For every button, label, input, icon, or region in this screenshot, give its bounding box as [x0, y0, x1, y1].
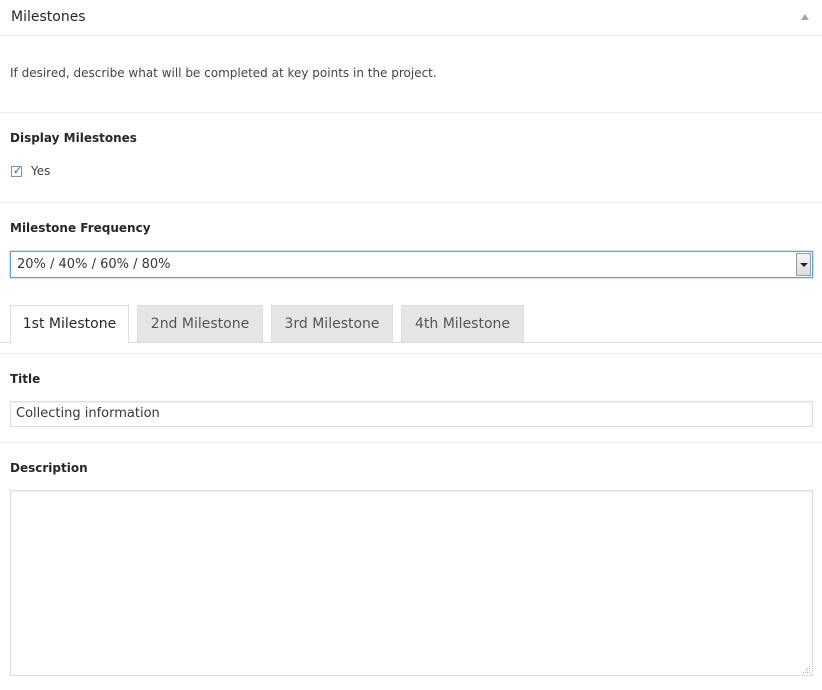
resize-handle-icon[interactable]: [801, 664, 811, 674]
panel-header[interactable]: Milestones: [0, 0, 822, 36]
milestone-frequency-value: 20% / 40% / 60% / 80%: [17, 257, 171, 272]
milestone-description-textarea[interactable]: [10, 490, 813, 676]
divider: [0, 442, 822, 443]
milestone-frequency-select[interactable]: 20% / 40% / 60% / 80%: [10, 251, 813, 278]
title-label: Title: [10, 372, 41, 386]
collapse-triangle-icon[interactable]: [801, 14, 809, 20]
intro-text: If desired, describe what will be comple…: [10, 66, 437, 80]
milestone-frequency-label: Milestone Frequency: [10, 221, 151, 235]
display-milestones-yes-label[interactable]: Yes: [31, 164, 50, 178]
tab-4th-milestone[interactable]: 4th Milestone: [401, 305, 524, 342]
display-milestones-checkbox[interactable]: ✓: [11, 164, 23, 177]
chevron-down-icon: [800, 263, 808, 267]
tab-1st-milestone[interactable]: 1st Milestone: [10, 305, 129, 343]
dropdown-button[interactable]: [796, 253, 811, 276]
milestone-title-value: Collecting information: [16, 406, 160, 421]
tab-3rd-milestone[interactable]: 3rd Milestone: [271, 305, 393, 342]
description-label: Description: [10, 461, 88, 475]
divider: [0, 202, 822, 203]
divider: [0, 353, 822, 354]
tab-2nd-milestone[interactable]: 2nd Milestone: [137, 305, 263, 342]
display-milestones-label: Display Milestones: [10, 131, 137, 145]
checkmark-icon: ✓: [13, 164, 23, 177]
milestones-panel: Milestones If desired, describe what wil…: [0, 0, 822, 690]
panel-title: Milestones: [11, 9, 86, 25]
divider: [0, 112, 822, 113]
milestone-title-input[interactable]: Collecting information: [10, 401, 813, 427]
